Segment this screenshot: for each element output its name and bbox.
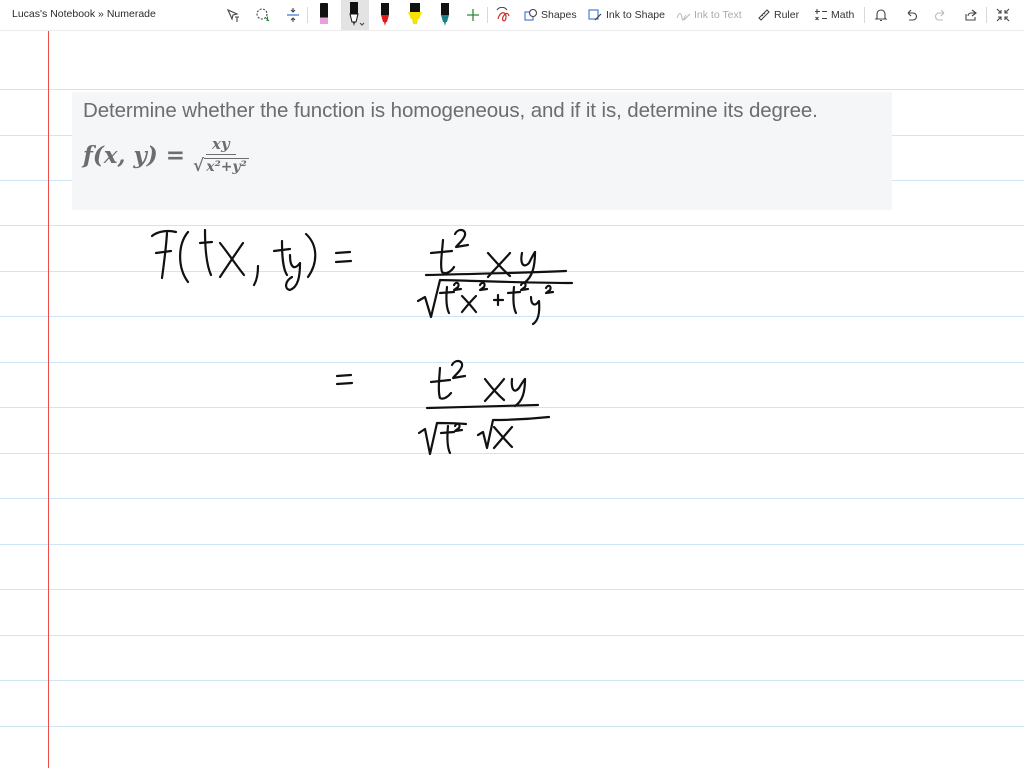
ink-to-shape-icon bbox=[588, 9, 602, 21]
ink-to-shape-button[interactable]: Ink to Shape bbox=[588, 0, 665, 30]
pen-teal-icon[interactable] bbox=[434, 0, 456, 30]
shapes-icon bbox=[524, 8, 538, 21]
redo-icon bbox=[932, 0, 950, 30]
ink-to-text-label: Ink to Text bbox=[694, 9, 742, 21]
ink-equals-2 bbox=[335, 373, 354, 386]
lasso-select-icon[interactable] bbox=[253, 0, 273, 30]
ribbon-toolbar: Lucas's Notebook » Numerade Shapes Ink t… bbox=[0, 0, 1024, 31]
ink-to-text-button: Ink to Text bbox=[676, 0, 742, 30]
notebook-page[interactable]: Determine whether the function is homoge… bbox=[0, 31, 1024, 768]
pen-red-icon[interactable] bbox=[374, 0, 396, 30]
ink-numerator-1 bbox=[424, 228, 568, 285]
ink-numerator-2 bbox=[425, 359, 540, 410]
pen-black-icon[interactable] bbox=[341, 0, 369, 30]
insert-space-icon[interactable] bbox=[283, 0, 303, 30]
ink-lhs-fty bbox=[150, 228, 353, 292]
share-icon[interactable] bbox=[962, 0, 980, 30]
shapes-label: Shapes bbox=[541, 9, 577, 21]
ink-denominator-1 bbox=[416, 278, 574, 326]
ink-replay-icon[interactable] bbox=[493, 0, 513, 30]
ruler-label: Ruler bbox=[774, 9, 800, 21]
math-label: Math bbox=[831, 9, 855, 21]
ruler-button[interactable]: Ruler bbox=[757, 0, 799, 30]
handwritten-ink[interactable] bbox=[0, 31, 1024, 768]
shapes-button[interactable]: Shapes bbox=[524, 0, 577, 30]
ink-denominator-2 bbox=[417, 415, 551, 456]
lasso-select-text-icon[interactable] bbox=[223, 0, 243, 30]
highlighter-yellow-icon[interactable] bbox=[403, 0, 427, 30]
ink-to-text-icon bbox=[676, 12, 691, 21]
math-button[interactable]: Math bbox=[814, 0, 854, 30]
pen-pink-icon[interactable] bbox=[313, 0, 335, 30]
bell-icon[interactable] bbox=[872, 0, 890, 30]
plus-icon[interactable] bbox=[464, 0, 482, 30]
undo-icon[interactable] bbox=[902, 0, 920, 30]
collapse-icon[interactable] bbox=[994, 0, 1012, 30]
math-icon bbox=[815, 9, 827, 21]
ruler-icon bbox=[758, 9, 770, 21]
breadcrumb[interactable]: Lucas's Notebook » Numerade bbox=[12, 8, 156, 20]
ink-to-shape-label: Ink to Shape bbox=[606, 9, 665, 21]
